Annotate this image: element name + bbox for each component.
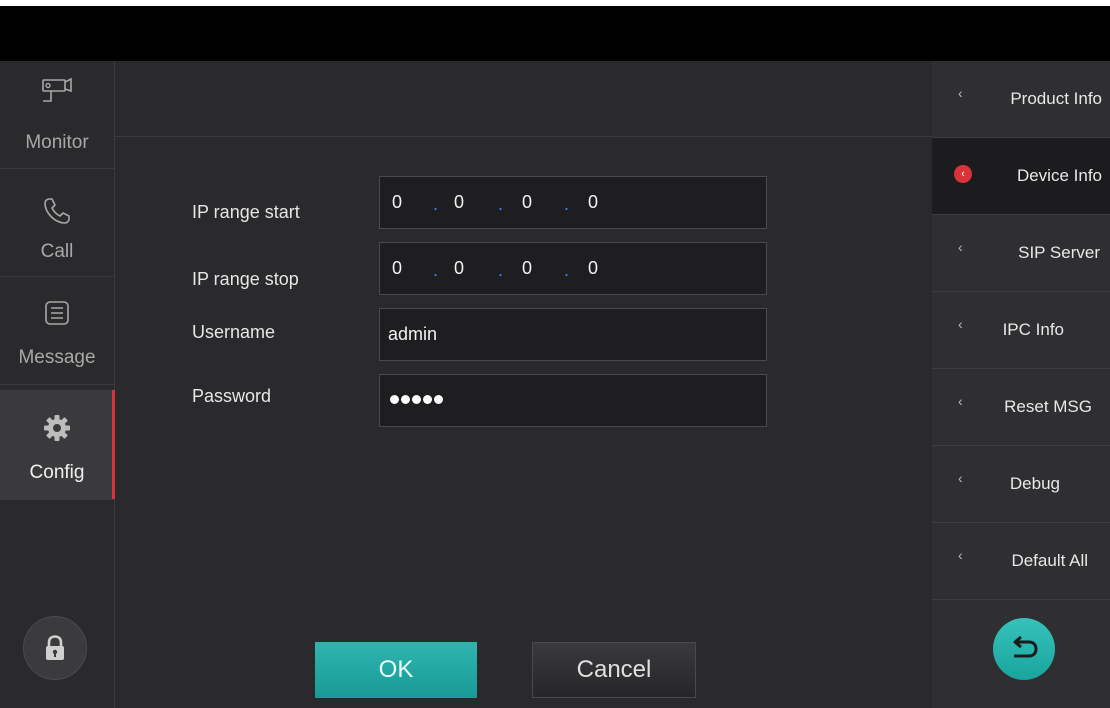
password-dot — [401, 395, 410, 404]
menu-device-info[interactable]: ‹ Device Info — [932, 138, 1110, 215]
chevron-left-icon: ‹ — [958, 239, 963, 255]
top-status-bar — [0, 6, 1110, 61]
ip-separator: . — [564, 194, 570, 214]
nav-call-label: Call — [40, 241, 74, 262]
ip-start-octet-3[interactable]: 0 — [522, 177, 532, 228]
main-header-area — [115, 61, 932, 137]
nav-monitor[interactable]: Monitor — [0, 61, 114, 169]
ip-start-octet-1[interactable]: 0 — [392, 177, 402, 228]
menu-sip-server-label: SIP Server — [1018, 243, 1100, 262]
menu-sip-server[interactable]: ‹ SIP Server — [932, 215, 1110, 292]
ip-start-octet-4[interactable]: 0 — [588, 177, 598, 228]
ip-separator: . — [433, 260, 439, 280]
ip-stop-field[interactable]: 0 . 0 . 0 . 0 — [379, 242, 767, 295]
password-input[interactable] — [379, 374, 767, 427]
username-value: admin — [388, 324, 438, 344]
back-arrow-icon — [1013, 636, 1038, 658]
nav-config[interactable]: Config — [0, 390, 115, 500]
ip-stop-label: IP range stop — [192, 269, 299, 289]
chevron-left-icon: ‹ — [958, 547, 963, 563]
username-label: Username — [192, 322, 276, 342]
right-sidebar: ‹ Product Info ‹ Device Info ‹ SIP Serve… — [932, 61, 1110, 708]
menu-debug[interactable]: ‹ Debug — [932, 446, 1110, 523]
menu-debug-label: Debug — [1009, 474, 1060, 493]
chevron-left-icon: ‹ — [958, 470, 963, 486]
username-input[interactable]: admin — [379, 308, 767, 361]
password-dot — [412, 395, 421, 404]
lock-icon — [46, 635, 64, 660]
ip-stop-octet-4[interactable]: 0 — [588, 243, 598, 294]
ip-separator: . — [498, 260, 504, 280]
password-dot — [423, 395, 432, 404]
menu-default-all-label: Default All — [1011, 551, 1088, 570]
menu-ipc-info[interactable]: ‹ IPC Info — [932, 292, 1110, 369]
menu-product-info-label: Product Info — [1010, 89, 1102, 108]
ip-separator: . — [433, 194, 439, 214]
menu-default-all[interactable]: ‹ Default All — [932, 523, 1110, 600]
chevron-left-icon: ‹ — [958, 316, 963, 332]
menu-reset-msg[interactable]: ‹ Reset MSG — [932, 369, 1110, 446]
menu-product-info[interactable]: ‹ Product Info — [932, 61, 1110, 138]
ip-start-label: IP range start — [192, 202, 300, 222]
ip-stop-octet-2[interactable]: 0 — [454, 243, 464, 294]
ip-stop-octet-1[interactable]: 0 — [392, 243, 402, 294]
main-panel: IP range start 0 . 0 . 0 . 0 IP range st… — [115, 61, 932, 708]
password-dot — [434, 395, 443, 404]
password-label: Password — [192, 386, 272, 406]
chevron-left-icon: ‹ — [958, 85, 963, 101]
active-indicator-icon: ‹ — [954, 165, 972, 183]
menu-ipc-info-label: IPC Info — [1002, 320, 1064, 339]
left-sidebar: Monitor Call Message Config — [0, 61, 115, 708]
password-mask — [390, 395, 443, 404]
message-icon — [0, 293, 114, 333]
menu-device-info-label: Device Info — [1016, 166, 1102, 185]
camera-icon — [0, 73, 114, 113]
ok-button[interactable]: OK — [315, 642, 477, 698]
nav-call[interactable]: Call — [0, 169, 114, 277]
nav-monitor-label: Monitor — [25, 132, 89, 153]
nav-message-label: Message — [18, 347, 96, 368]
nav-message[interactable]: Message — [0, 277, 114, 385]
phone-icon — [0, 191, 114, 231]
ip-separator: . — [498, 194, 504, 214]
ip-start-octet-2[interactable]: 0 — [454, 177, 464, 228]
back-button[interactable] — [993, 618, 1055, 680]
gear-icon — [0, 408, 114, 448]
chevron-left-icon: ‹ — [958, 393, 963, 409]
cancel-button[interactable]: Cancel — [532, 642, 696, 698]
device-screen: Monitor Call Message Config IP range sta… — [0, 0, 1110, 708]
lock-button[interactable] — [23, 616, 87, 680]
menu-reset-msg-label: Reset MSG — [1004, 397, 1092, 416]
ip-stop-octet-3[interactable]: 0 — [522, 243, 532, 294]
nav-config-label: Config — [29, 462, 85, 483]
ip-start-field[interactable]: 0 . 0 . 0 . 0 — [379, 176, 767, 229]
password-dot — [390, 395, 399, 404]
ip-separator: . — [564, 260, 570, 280]
